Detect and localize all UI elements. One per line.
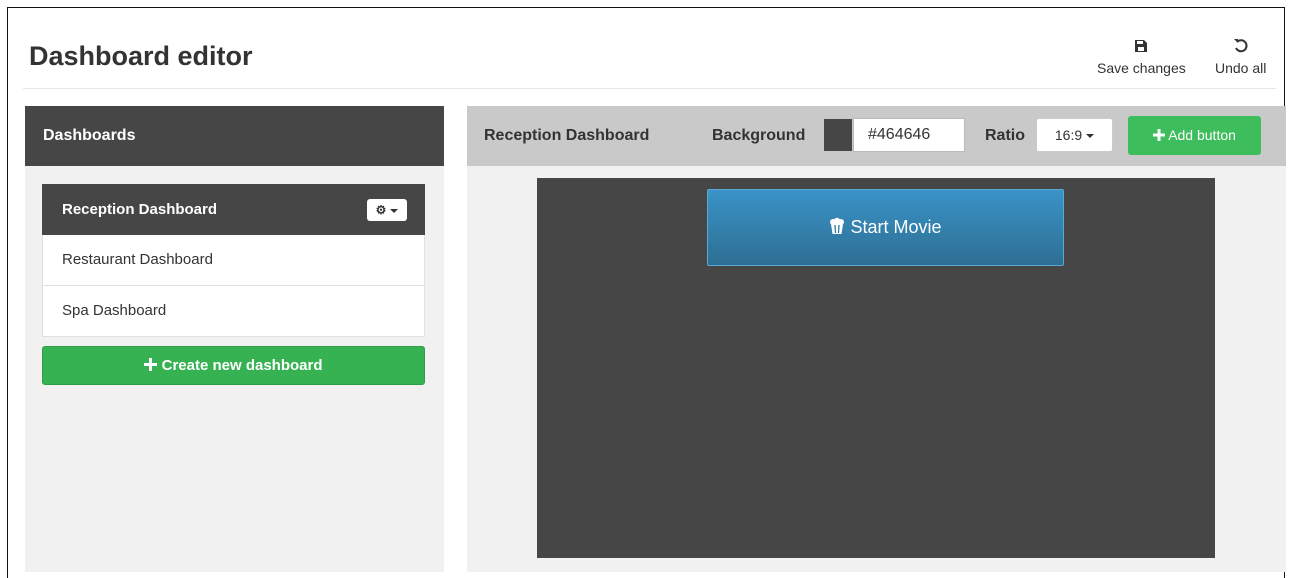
- dashboard-item-label: Spa Dashboard: [62, 302, 167, 319]
- page-title: Dashboard editor: [29, 41, 253, 71]
- dashboard-item-label: Reception Dashboard: [62, 201, 218, 218]
- gear-icon: ⚙: [375, 203, 387, 217]
- dashboards-panel-title: Dashboards: [25, 106, 444, 166]
- dashboard-item-spa[interactable]: Spa Dashboard: [42, 286, 425, 337]
- caret-down-icon: [1086, 134, 1095, 139]
- ratio-dropdown[interactable]: 16:9: [1036, 118, 1113, 152]
- floppy-disk-icon: [1097, 38, 1186, 58]
- dashboard-list: Reception Dashboard ⚙ Restaurant Dashboa…: [42, 184, 425, 337]
- undo-icon: [1215, 38, 1266, 58]
- background-label: Background: [712, 127, 806, 144]
- dashboard-settings-dropdown[interactable]: ⚙: [367, 199, 407, 221]
- app-window: Dashboard editor Save changes Undo all D…: [7, 7, 1286, 578]
- plus-icon: [1153, 127, 1168, 143]
- plus-icon: [144, 357, 161, 374]
- undo-all-button[interactable]: Undo all: [1215, 38, 1266, 76]
- dashboard-item-reception[interactable]: Reception Dashboard ⚙: [42, 184, 425, 235]
- popcorn-icon: [829, 217, 850, 237]
- ratio-value: 16:9: [1054, 127, 1083, 143]
- dashboard-canvas[interactable]: Start Movie: [537, 178, 1215, 558]
- save-changes-label: Save changes: [1097, 60, 1186, 76]
- dashboard-item-restaurant[interactable]: Restaurant Dashboard: [42, 235, 425, 286]
- editor-panel: Reception Dashboard Background Ratio 16:…: [467, 106, 1286, 572]
- dashboard-item-label: Restaurant Dashboard: [62, 251, 213, 268]
- add-button-button[interactable]: Add button: [1128, 116, 1261, 155]
- page-header: Dashboard editor Save changes Undo all: [8, 8, 1284, 90]
- create-dashboard-button[interactable]: Create new dashboard: [42, 346, 425, 385]
- editor-toolbar: Reception Dashboard Background Ratio 16:…: [467, 106, 1286, 166]
- ratio-label: Ratio: [985, 127, 1025, 144]
- header-divider: [23, 88, 1276, 89]
- save-changes-button[interactable]: Save changes: [1097, 38, 1186, 76]
- background-color-input[interactable]: [853, 118, 965, 152]
- background-color-swatch[interactable]: [823, 118, 853, 152]
- caret-down-icon: [390, 208, 399, 213]
- create-dashboard-label: Create new dashboard: [161, 357, 323, 374]
- start-movie-button[interactable]: Start Movie: [707, 189, 1064, 266]
- add-button-label: Add button: [1168, 127, 1236, 143]
- dashboard-name: Reception Dashboard: [484, 127, 650, 144]
- undo-all-label: Undo all: [1215, 60, 1267, 76]
- start-movie-label: Start Movie: [850, 217, 942, 237]
- dashboards-panel: Dashboards Reception Dashboard ⚙ Restaur…: [25, 106, 444, 572]
